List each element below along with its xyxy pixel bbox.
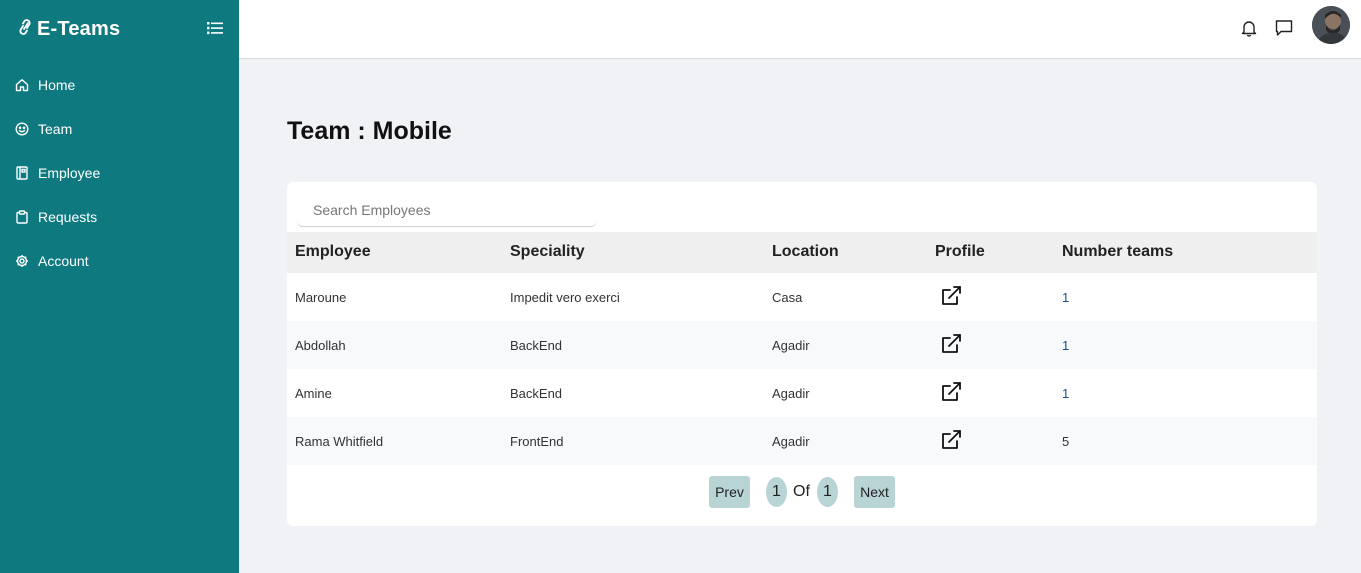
speciality: FrontEnd	[510, 434, 564, 449]
external-link-icon[interactable]	[939, 332, 963, 356]
sidebar: E-Teams Home Team Employee Requests Acco…	[0, 0, 239, 573]
sidebar-item-account[interactable]: Account	[0, 239, 239, 283]
brand[interactable]: E-Teams	[16, 17, 120, 42]
table-header: Employee Speciality Location Profile Num…	[287, 232, 1317, 273]
sidebar-item-label: Team	[38, 121, 73, 137]
employee-name: Maroune	[295, 290, 347, 305]
external-link-icon[interactable]	[939, 428, 963, 452]
search-input[interactable]	[297, 193, 597, 227]
menu-list-icon[interactable]	[207, 20, 223, 41]
sidebar-item-label: Account	[38, 253, 89, 269]
book-icon	[15, 166, 29, 180]
sidebar-item-label: Home	[38, 77, 76, 93]
link-icon	[16, 17, 34, 42]
external-link-icon[interactable]	[939, 380, 963, 404]
home-icon	[15, 78, 29, 92]
speciality: BackEnd	[510, 386, 563, 401]
employees-card: Employee Speciality Location Profile Num…	[287, 182, 1317, 526]
location: Agadir	[772, 434, 810, 449]
location: Agadir	[772, 338, 810, 353]
top-bar	[239, 0, 1361, 59]
next-button[interactable]: Next	[854, 476, 895, 508]
column-header-employee: Employee	[295, 243, 371, 260]
smile-icon	[15, 122, 29, 136]
speciality: Impedit vero exerci	[510, 290, 620, 305]
employee-name: Amine	[295, 386, 332, 401]
sidebar-item-home[interactable]: Home	[0, 63, 239, 107]
employee-name: Abdollah	[295, 338, 346, 353]
number-teams: 5	[1062, 434, 1070, 449]
sidebar-item-employee[interactable]: Employee	[0, 151, 239, 195]
employee-name: Rama Whitfield	[295, 434, 384, 449]
gear-icon	[15, 254, 29, 268]
sidebar-nav: Home Team Employee Requests Account	[0, 63, 239, 283]
location: Agadir	[772, 386, 810, 401]
page-title: Team : Mobile	[287, 117, 452, 145]
number-teams: 1	[1062, 290, 1070, 305]
number-teams: 1	[1062, 338, 1070, 353]
sidebar-item-team[interactable]: Team	[0, 107, 239, 151]
sidebar-item-requests[interactable]: Requests	[0, 195, 239, 239]
table-row: Rama Whitfield FrontEnd Agadir 5	[287, 417, 1317, 465]
sidebar-item-label: Requests	[38, 209, 98, 225]
number-teams: 1	[1062, 386, 1070, 401]
table-row: Abdollah BackEnd Agadir 1	[287, 321, 1317, 369]
sidebar-item-label: Employee	[38, 165, 101, 181]
bell-icon[interactable]	[1241, 19, 1257, 42]
external-link-icon[interactable]	[939, 284, 963, 308]
location: Casa	[772, 290, 803, 305]
column-header-location: Location	[772, 243, 839, 260]
avatar[interactable]	[1312, 6, 1350, 44]
brand-name: E-Teams	[37, 18, 121, 40]
column-header-profile: Profile	[935, 243, 985, 260]
table-row: Amine BackEnd Agadir 1	[287, 369, 1317, 417]
speciality: BackEnd	[510, 338, 563, 353]
clipboard-icon	[15, 210, 29, 224]
of-label: Of	[793, 483, 810, 500]
table-row: Maroune Impedit vero exerci Casa 1	[287, 273, 1317, 321]
total-pages: 1	[817, 477, 838, 507]
prev-button[interactable]: Prev	[709, 476, 750, 508]
current-page: 1	[766, 477, 787, 507]
column-header-speciality: Speciality	[510, 243, 585, 260]
column-header-number-teams: Number teams	[1062, 243, 1174, 260]
chat-icon[interactable]	[1275, 19, 1293, 42]
